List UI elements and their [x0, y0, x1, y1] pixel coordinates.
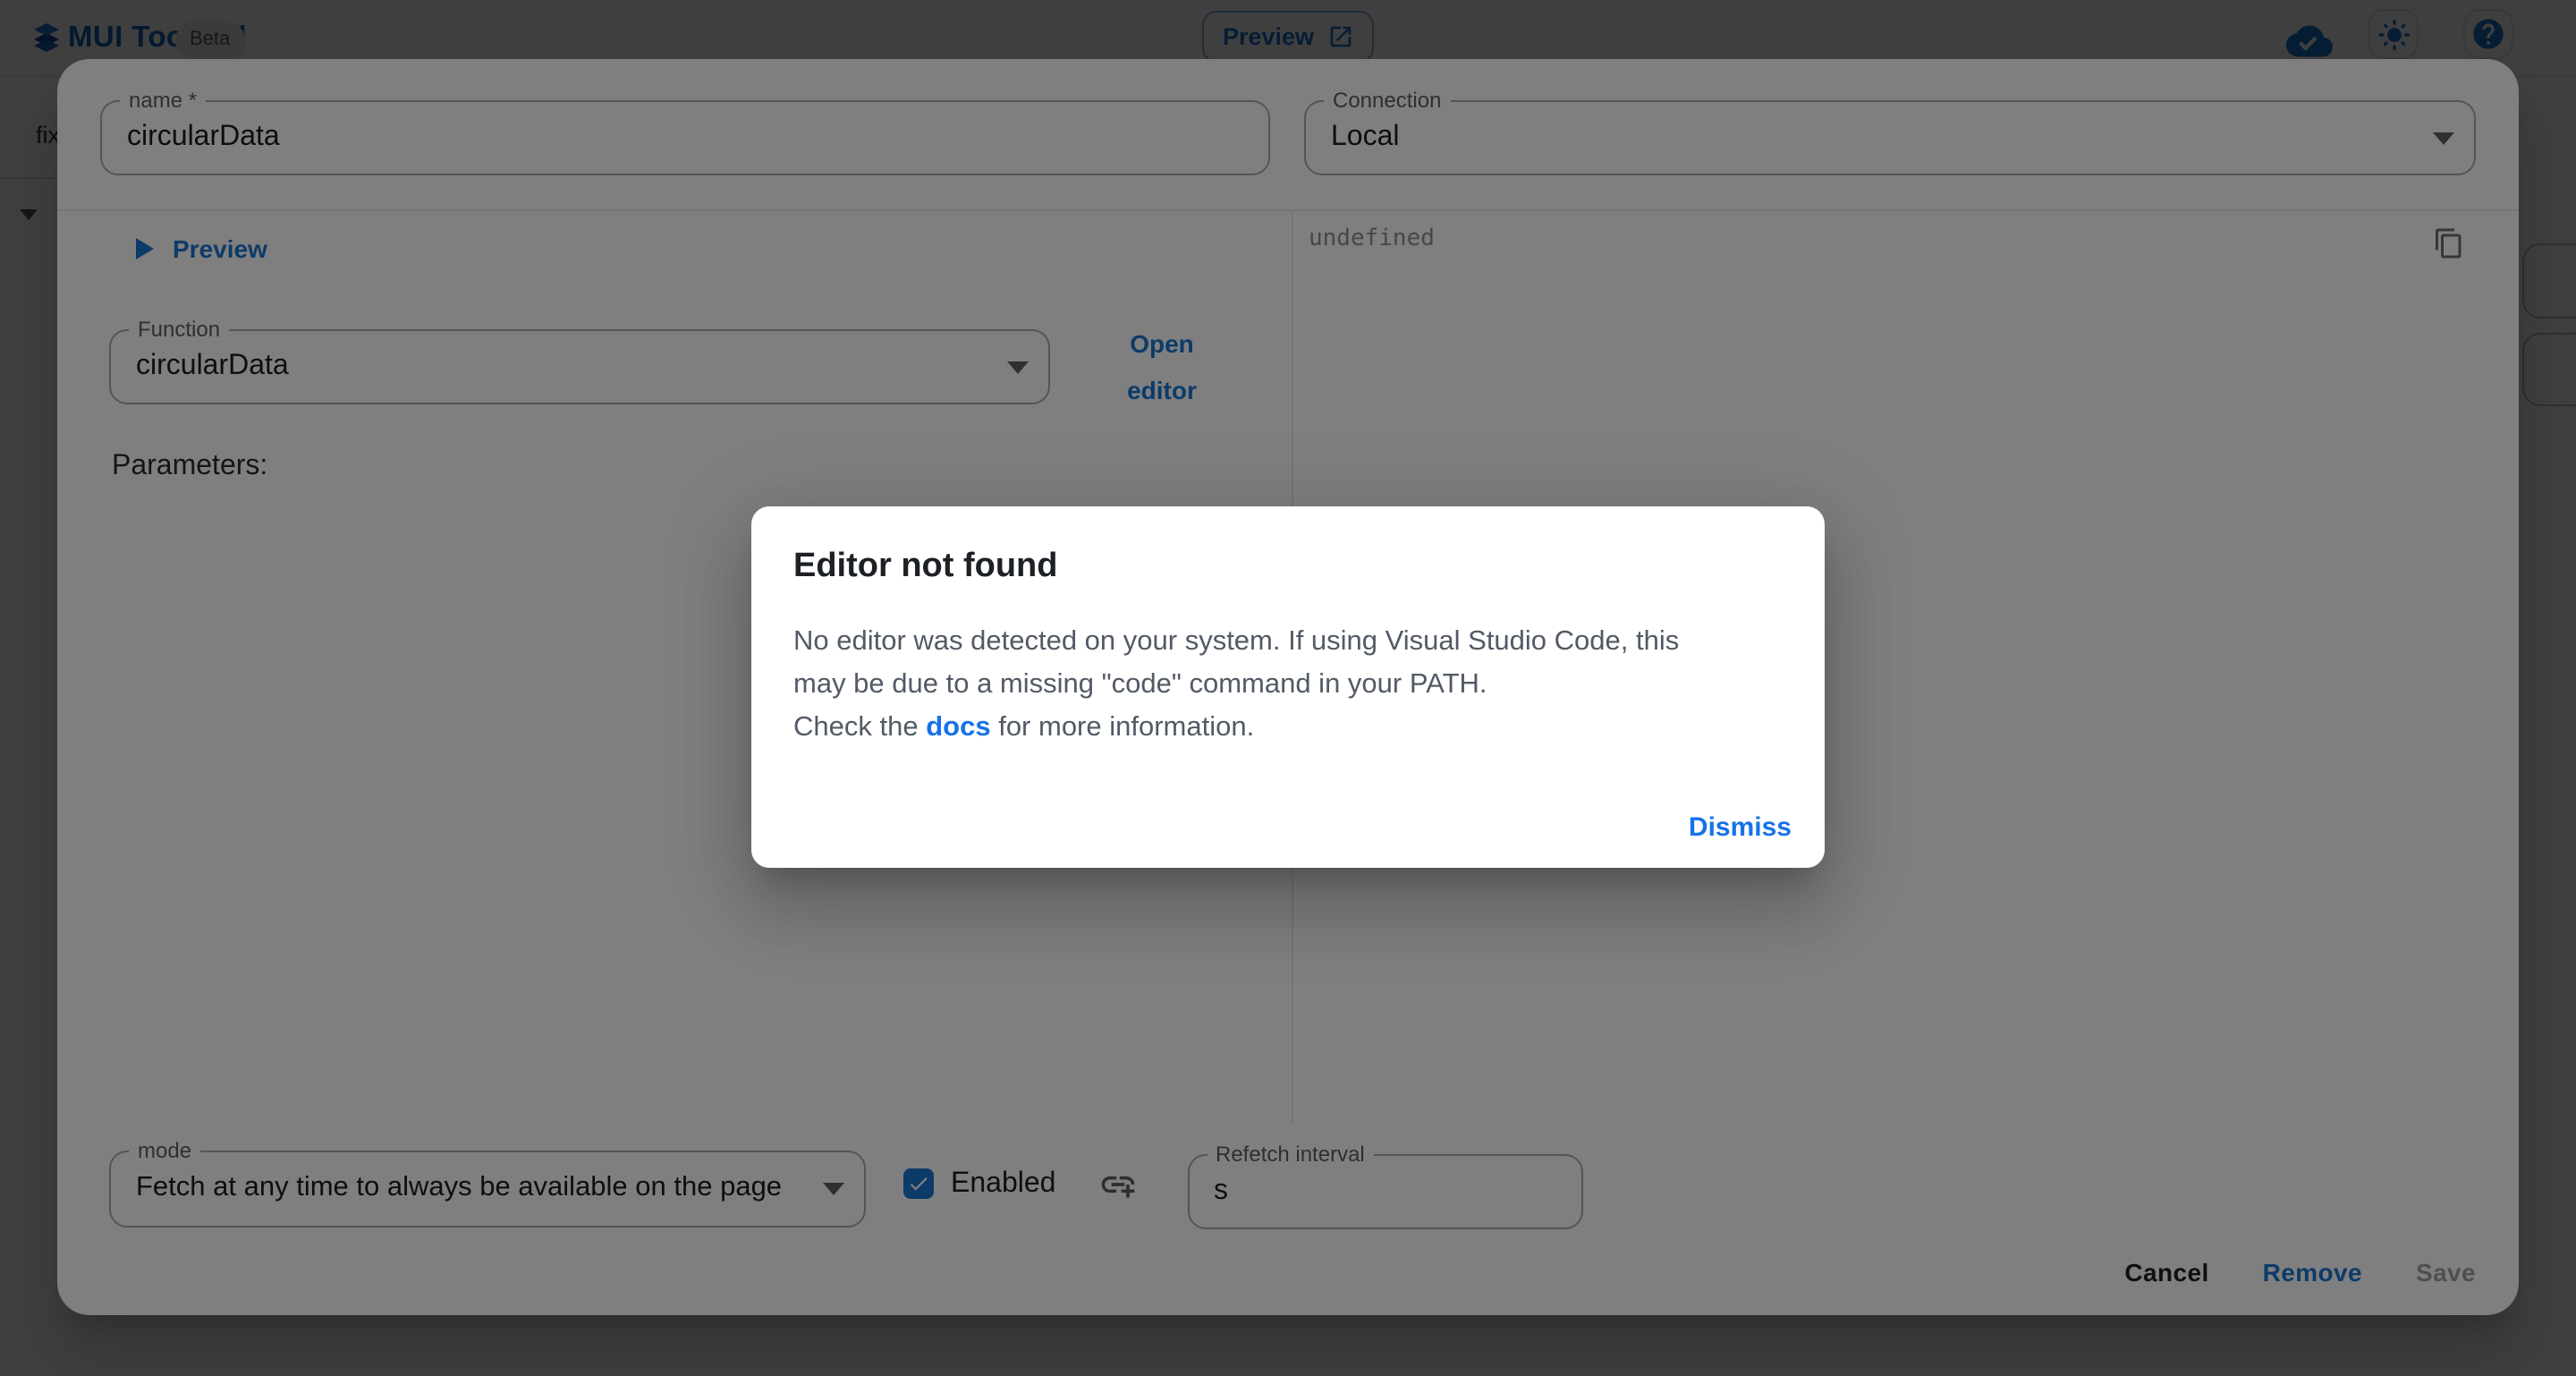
dialog-title: Editor not found — [793, 544, 1057, 590]
body-check-prefix: Check the — [793, 712, 926, 743]
screen: MUI Toolpad Beta Preview — [0, 0, 2576, 1376]
body-check-suffix: for more information. — [991, 712, 1255, 743]
dialog-body: No editor was detected on your system. I… — [793, 621, 1781, 750]
docs-link[interactable]: docs — [926, 712, 990, 743]
editor-not-found-dialog: Editor not found No editor was detected … — [750, 506, 1824, 868]
body-line-2: may be due to a missing "code" command i… — [793, 669, 1487, 700]
body-line-1: No editor was detected on your system. I… — [793, 626, 1679, 657]
dismiss-button[interactable]: Dismiss — [1674, 803, 1806, 852]
